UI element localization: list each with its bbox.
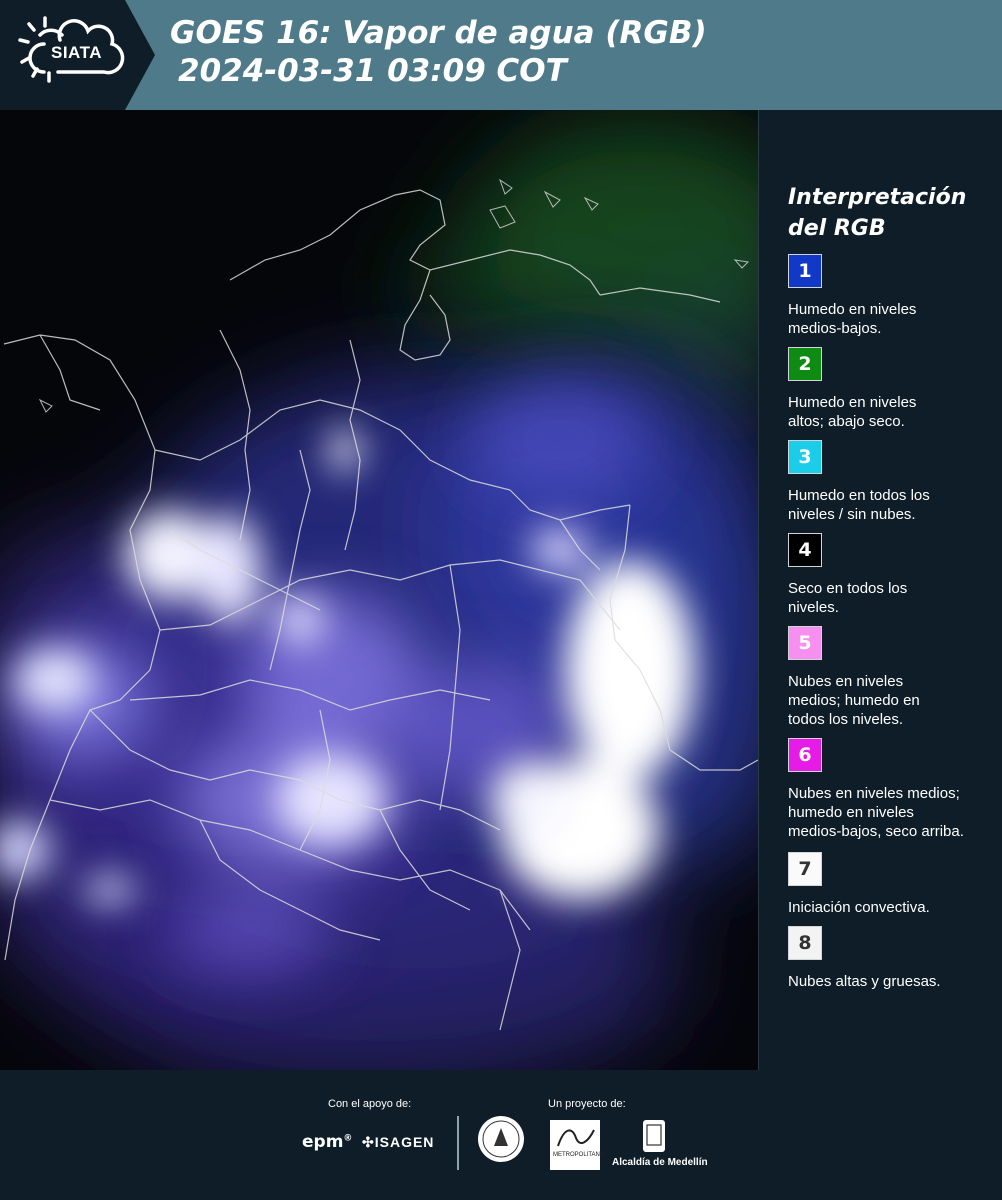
legend-item-8: 8 Nubes altas y gruesas. — [788, 926, 1002, 991]
legend-item-7: 7 Iniciación convectiva. — [788, 852, 1002, 917]
project-label: Un proyecto de: — [548, 1098, 626, 1110]
legend-label-7: Iniciación convectiva. — [788, 899, 930, 916]
legend-item-1: 1 Humedo en niveles medios-bajos. — [788, 254, 1002, 338]
isagen-logo: ✣ISAGEN — [362, 1134, 435, 1150]
legend-swatch-7: 7 — [788, 852, 822, 886]
epm-logo: epm® — [302, 1132, 353, 1152]
legend-label-3: Humedo en todos los niveles / sin nubes. — [788, 487, 930, 523]
legend-item-6: 6 Nubes en niveles medios; humedo en niv… — [788, 738, 1002, 841]
satellite-map-image — [0, 110, 758, 1070]
legend-item-2: 2 Humedo en niveles altos; abajo seco. — [788, 347, 1002, 431]
area-metropolitana-text: METROPOLITANA — [553, 1152, 604, 1158]
legend-item-3: 3 Humedo en todos los niveles / sin nube… — [788, 440, 1002, 524]
legend-label-1: Humedo en niveles medios-bajos. — [788, 301, 917, 337]
legend-item-4: 4 Seco en todos los niveles. — [788, 533, 1002, 617]
header-bar: SIATA GOES 16: Vapor de agua (RGB) 2024-… — [0, 0, 1002, 110]
legend-title-line-2: del RGB — [788, 216, 886, 241]
legend-item-5: 5 Nubes en niveles medios; humedo en tod… — [788, 626, 1002, 729]
area-metropolitana-logo — [550, 1120, 600, 1170]
legend-swatch-4: 4 — [788, 533, 822, 567]
footer-divider — [457, 1116, 459, 1170]
alcaldia-shield-icon — [643, 1120, 665, 1152]
legend-label-2: Humedo en niveles altos; abajo seco. — [788, 394, 917, 430]
legend-label-6: Nubes en niveles medios; humedo en nivel… — [788, 785, 964, 840]
legend-label-5: Nubes en niveles medios; humedo en todos… — [788, 673, 920, 728]
area-metropolitana-icon — [557, 1129, 595, 1147]
alcaldia-medellin-text: Alcaldía de Medellín — [612, 1157, 708, 1168]
isagen-icon: ✣ — [362, 1134, 375, 1150]
legend-swatch-5: 5 — [788, 626, 822, 660]
legend-label-4: Seco en todos los niveles. — [788, 580, 908, 616]
legend-swatch-3: 3 — [788, 440, 822, 474]
support-label: Con el apoyo de: — [328, 1098, 412, 1110]
page-title: GOES 16: Vapor de agua (RGB) 2024-03-31 … — [170, 14, 707, 90]
legend-swatch-2: 2 — [788, 347, 822, 381]
legend-title: Interpretación del RGB — [788, 182, 998, 244]
legend-swatch-1: 1 — [788, 254, 822, 288]
legend-swatch-6: 6 — [788, 738, 822, 772]
satellite-map — [0, 110, 759, 1070]
legend-label-8: Nubes altas y gruesas. — [788, 973, 941, 990]
siata-logo-text: SIATA — [51, 43, 102, 62]
university-seal-icon — [478, 1116, 524, 1162]
legend-swatch-8: 8 — [788, 926, 822, 960]
title-line-1: GOES 16: Vapor de agua (RGB) — [170, 15, 707, 51]
rgb-legend: Interpretación del RGB 1 Humedo en nivel… — [778, 182, 998, 990]
legend-title-line-1: Interpretación — [788, 185, 967, 210]
title-line-2-timestamp: 2024-03-31 03:09 COT — [178, 53, 567, 89]
siata-logo: SIATA — [0, 0, 155, 110]
footer-sponsors: Con el apoyo de: Un proyecto de: epm® ✣I… — [0, 1070, 1002, 1200]
